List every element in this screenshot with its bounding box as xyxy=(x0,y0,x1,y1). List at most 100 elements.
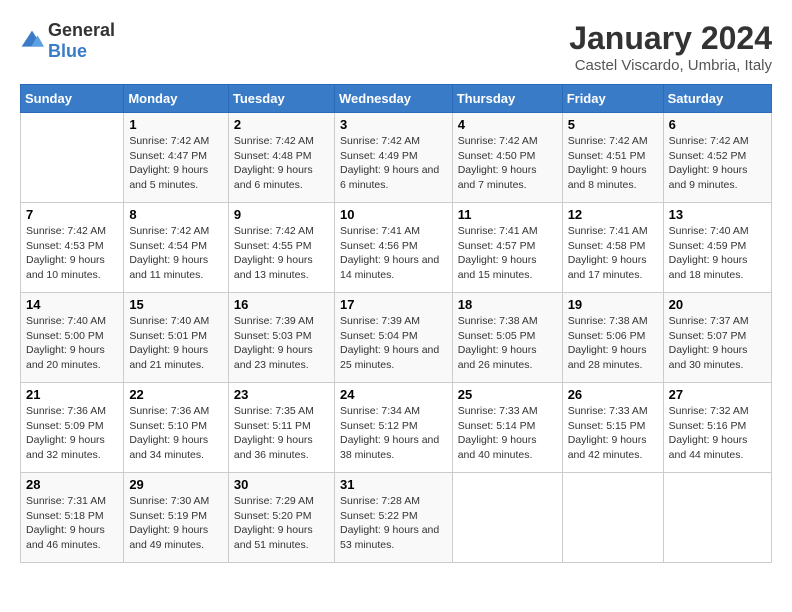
day-number: 24 xyxy=(340,387,447,402)
day-number: 22 xyxy=(129,387,223,402)
day-info: Sunrise: 7:42 AMSunset: 4:47 PMDaylight:… xyxy=(129,134,223,193)
calendar-cell: 8 Sunrise: 7:42 AMSunset: 4:54 PMDaylight… xyxy=(124,203,229,293)
logo-blue: Blue xyxy=(48,41,87,61)
day-info: Sunrise: 7:42 AMSunset: 4:55 PMDaylight:… xyxy=(234,224,329,283)
day-number: 16 xyxy=(234,297,329,312)
calendar-cell: 16Sunrise: 7:39 AMSunset: 5:03 PMDayligh… xyxy=(228,293,334,383)
day-info: Sunrise: 7:42 AMSunset: 4:51 PMDaylight:… xyxy=(568,134,658,193)
day-info: Sunrise: 7:42 AMSunset: 4:50 PMDaylight:… xyxy=(458,134,557,193)
day-info: Sunrise: 7:30 AMSunset: 5:19 PMDaylight:… xyxy=(129,494,223,553)
weekday-header-saturday: Saturday xyxy=(663,85,771,113)
day-number: 7 xyxy=(26,207,118,222)
day-info: Sunrise: 7:36 AMSunset: 5:09 PMDaylight:… xyxy=(26,404,118,463)
day-number: 19 xyxy=(568,297,658,312)
day-number: 8 xyxy=(129,207,223,222)
day-info: Sunrise: 7:33 AMSunset: 5:15 PMDaylight:… xyxy=(568,404,658,463)
calendar-cell: 19 Sunrise: 7:38 AMSunset: 5:06 PMDayligh… xyxy=(562,293,663,383)
day-number: 5 xyxy=(568,117,658,132)
weekday-header-row: SundayMondayTuesdayWednesdayThursdayFrid… xyxy=(21,85,772,113)
calendar-cell: 30 Sunrise: 7:29 AMSunset: 5:20 PMDayligh… xyxy=(228,473,334,563)
day-number: 18 xyxy=(458,297,557,312)
calendar-cell: 11 Sunrise: 7:41 AMSunset: 4:57 PMDayligh… xyxy=(452,203,562,293)
calendar-cell: 13Sunrise: 7:40 AMSunset: 4:59 PMDayligh… xyxy=(663,203,771,293)
calendar-cell: 28 Sunrise: 7:31 AMSunset: 5:18 PMDayligh… xyxy=(21,473,124,563)
location-title: Castel Viscardo, Umbria, Italy xyxy=(569,57,772,74)
calendar-cell: 3 Sunrise: 7:42 AMSunset: 4:49 PMDaylight… xyxy=(334,113,452,203)
day-info: Sunrise: 7:38 AMSunset: 5:06 PMDaylight:… xyxy=(568,314,658,373)
logo-icon xyxy=(20,29,44,53)
calendar-week-row: 7 Sunrise: 7:42 AMSunset: 4:53 PMDaylight… xyxy=(21,203,772,293)
calendar-cell: 31 Sunrise: 7:28 AMSunset: 5:22 PMDayligh… xyxy=(334,473,452,563)
calendar-cell: 14 Sunrise: 7:40 AMSunset: 5:00 PMDayligh… xyxy=(21,293,124,383)
calendar-cell: 21Sunrise: 7:36 AMSunset: 5:09 PMDayligh… xyxy=(21,383,124,473)
day-number: 27 xyxy=(669,387,766,402)
day-number: 3 xyxy=(340,117,447,132)
day-info: Sunrise: 7:38 AMSunset: 5:05 PMDaylight:… xyxy=(458,314,557,373)
calendar-cell: 20Sunrise: 7:37 AMSunset: 5:07 PMDayligh… xyxy=(663,293,771,383)
calendar-cell: 27Sunrise: 7:32 AMSunset: 5:16 PMDayligh… xyxy=(663,383,771,473)
calendar-cell: 4 Sunrise: 7:42 AMSunset: 4:50 PMDaylight… xyxy=(452,113,562,203)
day-number: 4 xyxy=(458,117,557,132)
calendar-cell: 17 Sunrise: 7:39 AMSunset: 5:04 PMDayligh… xyxy=(334,293,452,383)
day-number: 13 xyxy=(669,207,766,222)
day-number: 17 xyxy=(340,297,447,312)
calendar-cell: 9 Sunrise: 7:42 AMSunset: 4:55 PMDaylight… xyxy=(228,203,334,293)
day-info: Sunrise: 7:42 AMSunset: 4:49 PMDaylight:… xyxy=(340,134,447,193)
day-info: Sunrise: 7:28 AMSunset: 5:22 PMDaylight:… xyxy=(340,494,447,553)
day-number: 23 xyxy=(234,387,329,402)
day-info: Sunrise: 7:40 AMSunset: 5:00 PMDaylight:… xyxy=(26,314,118,373)
day-info: Sunrise: 7:37 AMSunset: 5:07 PMDaylight:… xyxy=(669,314,766,373)
day-info: Sunrise: 7:29 AMSunset: 5:20 PMDaylight:… xyxy=(234,494,329,553)
day-info: Sunrise: 7:42 AMSunset: 4:53 PMDaylight:… xyxy=(26,224,118,283)
weekday-header-wednesday: Wednesday xyxy=(334,85,452,113)
page-header: General Blue January 2024 Castel Viscard… xyxy=(20,20,772,74)
day-number: 1 xyxy=(129,117,223,132)
day-number: 31 xyxy=(340,477,447,492)
calendar-cell: 1 Sunrise: 7:42 AMSunset: 4:47 PMDaylight… xyxy=(124,113,229,203)
day-number: 30 xyxy=(234,477,329,492)
calendar-cell: 6Sunrise: 7:42 AMSunset: 4:52 PMDaylight… xyxy=(663,113,771,203)
day-info: Sunrise: 7:35 AMSunset: 5:11 PMDaylight:… xyxy=(234,404,329,463)
day-info: Sunrise: 7:41 AMSunset: 4:58 PMDaylight:… xyxy=(568,224,658,283)
day-number: 26 xyxy=(568,387,658,402)
day-info: Sunrise: 7:36 AMSunset: 5:10 PMDaylight:… xyxy=(129,404,223,463)
calendar-cell: 29 Sunrise: 7:30 AMSunset: 5:19 PMDayligh… xyxy=(124,473,229,563)
day-info: Sunrise: 7:31 AMSunset: 5:18 PMDaylight:… xyxy=(26,494,118,553)
calendar-cell: 7 Sunrise: 7:42 AMSunset: 4:53 PMDaylight… xyxy=(21,203,124,293)
day-number: 25 xyxy=(458,387,557,402)
logo-general: General xyxy=(48,20,115,40)
weekday-header-friday: Friday xyxy=(562,85,663,113)
calendar-week-row: 21Sunrise: 7:36 AMSunset: 5:09 PMDayligh… xyxy=(21,383,772,473)
weekday-header-tuesday: Tuesday xyxy=(228,85,334,113)
calendar-cell: 25 Sunrise: 7:33 AMSunset: 5:14 PMDayligh… xyxy=(452,383,562,473)
day-info: Sunrise: 7:42 AMSunset: 4:54 PMDaylight:… xyxy=(129,224,223,283)
calendar-table: SundayMondayTuesdayWednesdayThursdayFrid… xyxy=(20,84,772,563)
day-number: 29 xyxy=(129,477,223,492)
calendar-week-row: 1 Sunrise: 7:42 AMSunset: 4:47 PMDaylight… xyxy=(21,113,772,203)
calendar-cell: 12 Sunrise: 7:41 AMSunset: 4:58 PMDayligh… xyxy=(562,203,663,293)
calendar-cell xyxy=(452,473,562,563)
calendar-cell: 5 Sunrise: 7:42 AMSunset: 4:51 PMDaylight… xyxy=(562,113,663,203)
calendar-cell: 18 Sunrise: 7:38 AMSunset: 5:05 PMDayligh… xyxy=(452,293,562,383)
day-number: 28 xyxy=(26,477,118,492)
day-info: Sunrise: 7:41 AMSunset: 4:57 PMDaylight:… xyxy=(458,224,557,283)
weekday-header-thursday: Thursday xyxy=(452,85,562,113)
calendar-cell: 10Sunrise: 7:41 AMSunset: 4:56 PMDayligh… xyxy=(334,203,452,293)
weekday-header-sunday: Sunday xyxy=(21,85,124,113)
day-number: 2 xyxy=(234,117,329,132)
calendar-cell: 22 Sunrise: 7:36 AMSunset: 5:10 PMDayligh… xyxy=(124,383,229,473)
day-number: 12 xyxy=(568,207,658,222)
day-info: Sunrise: 7:33 AMSunset: 5:14 PMDaylight:… xyxy=(458,404,557,463)
title-block: January 2024 Castel Viscardo, Umbria, It… xyxy=(569,20,772,74)
calendar-cell: 2Sunrise: 7:42 AMSunset: 4:48 PMDaylight… xyxy=(228,113,334,203)
day-number: 9 xyxy=(234,207,329,222)
calendar-cell xyxy=(562,473,663,563)
day-info: Sunrise: 7:39 AMSunset: 5:04 PMDaylight:… xyxy=(340,314,447,373)
calendar-cell xyxy=(663,473,771,563)
logo: General Blue xyxy=(20,20,115,62)
day-number: 14 xyxy=(26,297,118,312)
day-number: 11 xyxy=(458,207,557,222)
day-info: Sunrise: 7:34 AMSunset: 5:12 PMDaylight:… xyxy=(340,404,447,463)
day-number: 15 xyxy=(129,297,223,312)
calendar-cell xyxy=(21,113,124,203)
